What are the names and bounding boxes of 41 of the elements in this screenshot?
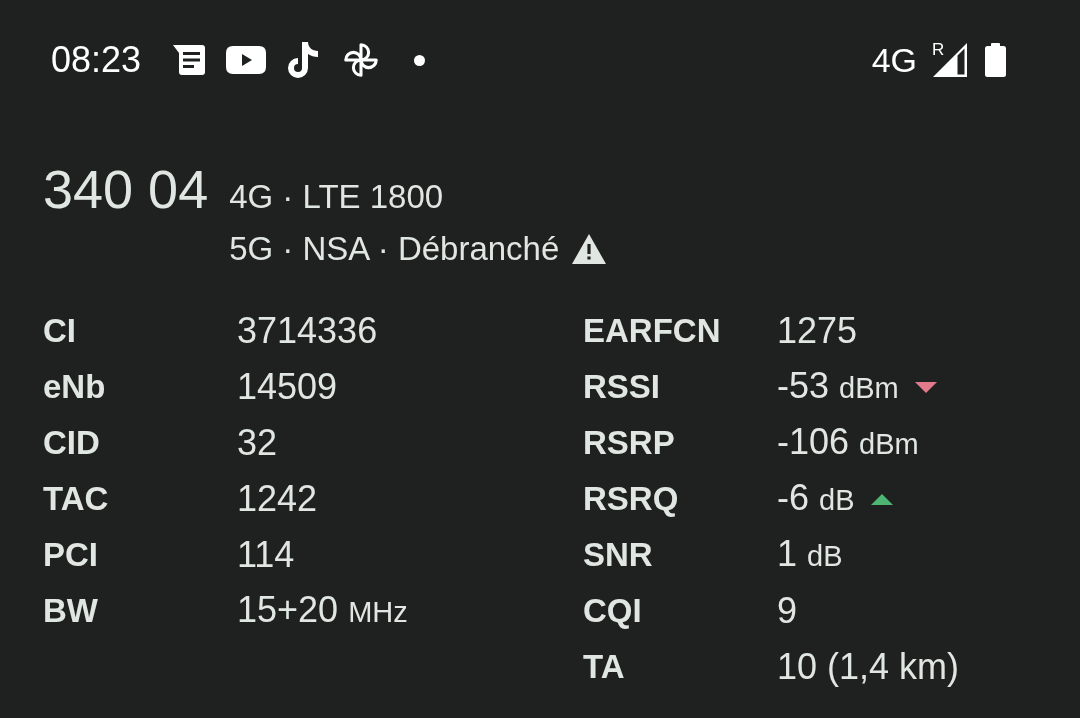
field-label: RSRP	[583, 423, 676, 463]
field-label: BW	[43, 591, 99, 631]
down-triangle-icon	[914, 381, 937, 393]
field-value: 15+20 MHz	[237, 589, 408, 632]
field-value: 1 dB	[777, 533, 843, 576]
battery-icon	[985, 43, 1006, 77]
field-value: 32	[237, 422, 278, 464]
field-label: SNR	[583, 535, 654, 575]
field-label: CID	[43, 423, 101, 463]
message-icon	[173, 45, 206, 75]
clock-time: 08:23	[51, 40, 142, 80]
up-triangle-icon	[870, 493, 893, 505]
field-value: 1242	[237, 478, 318, 520]
field-label: RSRQ	[583, 479, 680, 519]
video-play-icon	[226, 46, 267, 74]
field-label: EARFCN	[583, 311, 722, 351]
music-note-icon	[287, 41, 320, 79]
field-label: TA	[583, 647, 626, 687]
field-value: 1275	[777, 310, 858, 352]
field-value: -106 dBm	[777, 421, 919, 464]
field-value: 9	[777, 590, 798, 632]
signal-icon	[933, 43, 967, 77]
field-value: 14509	[237, 366, 338, 408]
field-value: 114	[237, 534, 295, 576]
network-type-label: 4G	[871, 40, 917, 80]
field-label: RSSI	[583, 367, 662, 407]
field-value: 10 (1,4 km)	[777, 646, 960, 688]
network-info-line: 4G · LTE 1800	[229, 177, 444, 217]
network-info-line: 5G · NSA · Débranché	[229, 229, 560, 269]
field-label: eNb	[43, 367, 107, 407]
field-label: CI	[43, 311, 77, 351]
field-value: -6 dB	[777, 477, 855, 520]
dot-icon	[414, 54, 426, 66]
roaming-indicator: R	[932, 41, 945, 58]
pinwheel-icon	[344, 43, 379, 77]
field-value: -53 dBm	[777, 365, 899, 408]
operator-code: 340 04	[43, 159, 209, 219]
field-label: TAC	[43, 479, 110, 519]
field-value: 3714336	[237, 310, 378, 352]
field-label: CQI	[583, 591, 643, 631]
field-label: PCI	[43, 535, 99, 575]
